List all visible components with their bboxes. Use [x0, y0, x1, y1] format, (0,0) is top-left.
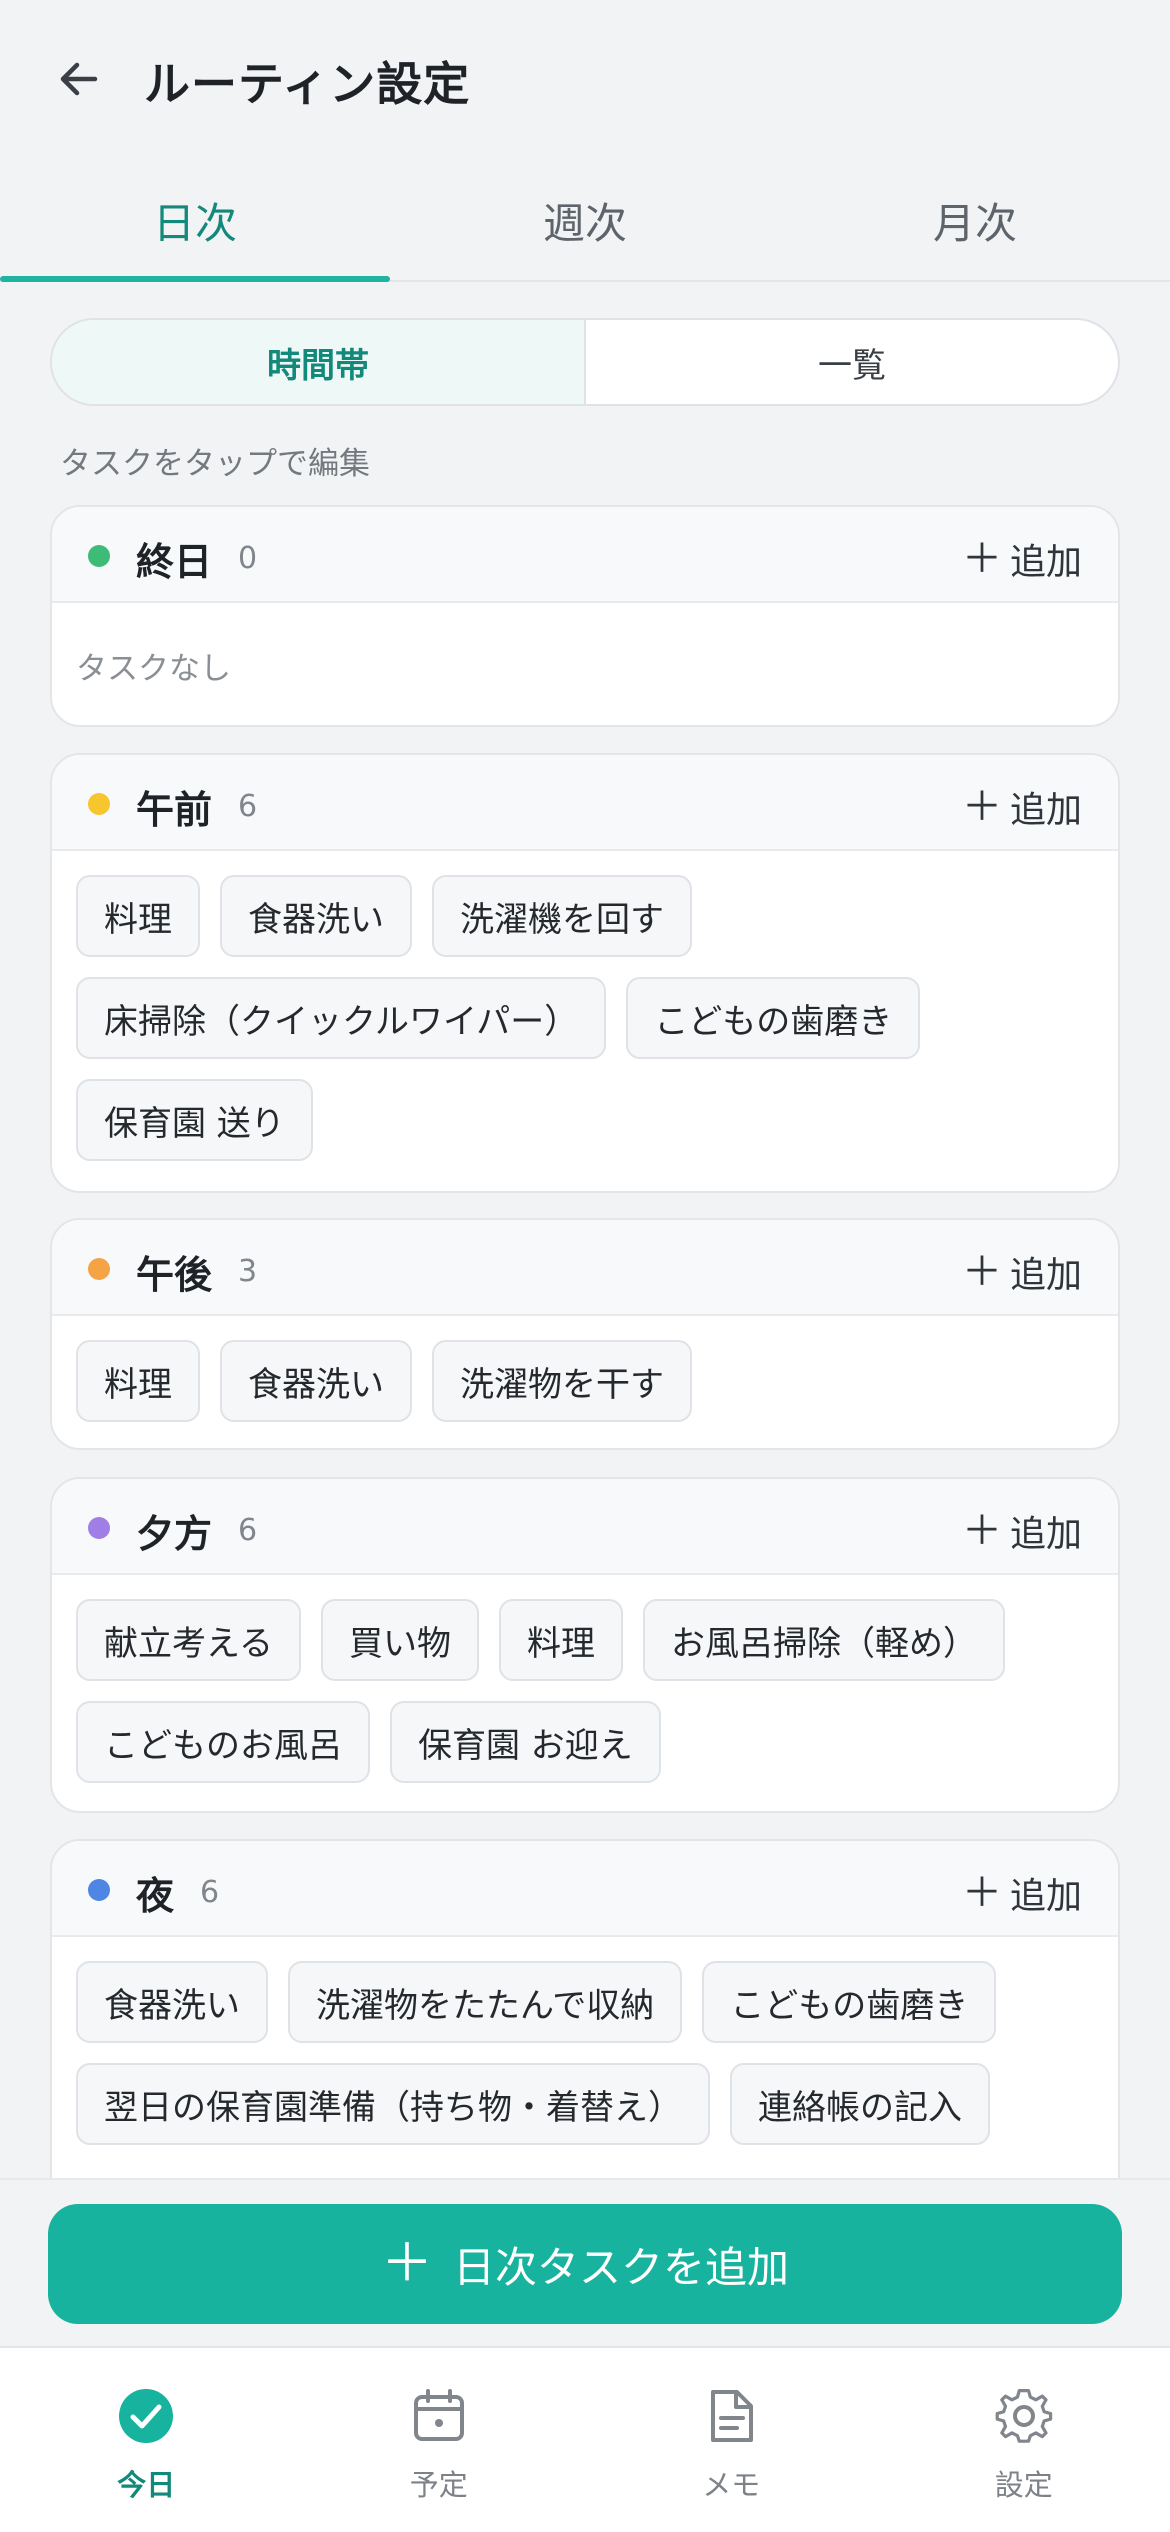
- empty-state: タスクなし: [76, 651, 231, 687]
- period-count: 6: [200, 1875, 220, 1910]
- task-chip[interactable]: 翌日の保育園準備（持ち物・着替え）: [76, 2063, 710, 2145]
- bottom-nav: 今日 予定 メモ 設定: [0, 2346, 1170, 2532]
- plus-icon: ＋: [961, 536, 1002, 582]
- add-task-button[interactable]: ＋ 追加: [962, 1246, 1082, 1298]
- segment-list[interactable]: 一覧: [586, 320, 1118, 404]
- period-header: 終日 0 ＋ 追加: [52, 507, 1118, 603]
- page-title: ルーティン設定: [144, 57, 471, 111]
- gear-icon: [992, 2384, 1056, 2448]
- task-chip-list: 料理 食器洗い 洗濯機を回す 床掃除（クイックルワイパー） こどもの歯磨き 保育…: [52, 851, 1118, 1181]
- task-chip[interactable]: 洗濯機を回す: [432, 875, 692, 957]
- add-task-button[interactable]: ＋ 追加: [962, 1505, 1082, 1557]
- app-root: ルーティン設定 日次 週次 月次 時間帯 一覧 タスクをタップで編集 終日 0 …: [0, 0, 1170, 2532]
- view-toggle: 時間帯 一覧: [50, 318, 1120, 406]
- task-chip-list: 食器洗い 洗濯物をたたんで収納 こどもの歯磨き 翌日の保育園準備（持ち物・着替え…: [52, 1937, 1118, 2165]
- task-chip[interactable]: こどものお風呂: [76, 1701, 370, 1783]
- period-card-allday: 終日 0 ＋ 追加 タスクなし: [50, 505, 1120, 727]
- period-card-afternoon: 午後 3 ＋ 追加 料理 食器洗い 洗濯物を干す: [50, 1218, 1120, 1450]
- task-chip[interactable]: 献立考える: [76, 1599, 301, 1681]
- plus-icon: ＋: [961, 1870, 1002, 1916]
- task-chip[interactable]: こどもの歯磨き: [702, 1961, 997, 2043]
- period-name: 終日: [136, 540, 213, 584]
- task-chip[interactable]: 食器洗い: [220, 875, 412, 957]
- period-color-dot: [88, 545, 110, 567]
- plus-icon: ＋: [380, 2234, 433, 2294]
- period-header: 夕方 6 ＋ 追加: [52, 1479, 1118, 1575]
- task-chip[interactable]: お風呂掃除（軽め）: [642, 1599, 1005, 1681]
- period-count: 6: [238, 1513, 258, 1548]
- task-chip[interactable]: 料理: [76, 1340, 200, 1422]
- task-chip-list: 献立考える 買い物 料理 お風呂掃除（軽め） こどものお風呂 保育園 お迎え: [52, 1575, 1118, 1803]
- add-task-button[interactable]: ＋ 追加: [962, 1867, 1082, 1919]
- period-count: 6: [238, 789, 258, 824]
- segment-timeslot[interactable]: 時間帯: [52, 320, 586, 404]
- task-chip[interactable]: 料理: [498, 1599, 623, 1681]
- period-header: 午後 3 ＋ 追加: [52, 1220, 1118, 1316]
- period-header: 夜 6 ＋ 追加: [52, 1841, 1118, 1937]
- period-name: 夕方: [136, 1512, 213, 1556]
- nav-memo[interactable]: メモ: [585, 2348, 878, 2532]
- task-chip[interactable]: 保育園 送り: [76, 1079, 313, 1161]
- task-chip[interactable]: 洗濯物をたたんで収納: [288, 1961, 683, 2043]
- task-chip[interactable]: 買い物: [320, 1599, 479, 1681]
- period-name: 夜: [136, 1874, 175, 1918]
- document-icon: [699, 2384, 763, 2448]
- task-chip[interactable]: こどもの歯磨き: [626, 977, 921, 1059]
- check-circle-icon: [114, 2384, 178, 2448]
- add-task-button[interactable]: ＋ 追加: [962, 533, 1082, 585]
- period-name: 午前: [136, 788, 213, 832]
- plus-icon: ＋: [961, 1508, 1002, 1554]
- arrow-left-icon: [60, 62, 98, 96]
- period-count: 3: [238, 1254, 258, 1289]
- task-chip[interactable]: 料理: [76, 875, 200, 957]
- task-chip[interactable]: 食器洗い: [220, 1340, 412, 1422]
- add-daily-task-label: 日次タスクを追加: [453, 2242, 790, 2292]
- nav-schedule[interactable]: 予定: [293, 2348, 586, 2532]
- task-chip[interactable]: 保育園 お迎え: [390, 1701, 661, 1783]
- plus-icon: ＋: [961, 784, 1002, 830]
- nav-today[interactable]: 今日: [0, 2348, 293, 2532]
- task-chip[interactable]: 洗濯物を干す: [432, 1340, 692, 1422]
- task-chip[interactable]: 連絡帳の記入: [730, 2063, 990, 2145]
- task-chip-list: 料理 食器洗い 洗濯物を干す: [52, 1316, 1118, 1442]
- period-color-dot: [88, 1258, 110, 1280]
- period-color-dot: [88, 1879, 110, 1901]
- period-name: 午後: [136, 1253, 213, 1297]
- period-card-morning: 午前 6 ＋ 追加 料理 食器洗い 洗濯機を回す 床掃除（クイックルワイパー） …: [50, 753, 1120, 1193]
- tab-bar: 日次 週次 月次: [0, 160, 1170, 282]
- plus-icon: ＋: [961, 1249, 1002, 1295]
- period-card-evening: 夕方 6 ＋ 追加 献立考える 買い物 料理 お風呂掃除（軽め） こどものお風呂…: [50, 1477, 1120, 1813]
- header: ルーティン設定: [0, 0, 1170, 160]
- period-color-dot: [88, 1517, 110, 1539]
- add-daily-task-button[interactable]: ＋ 日次タスクを追加: [48, 2204, 1122, 2324]
- nav-settings[interactable]: 設定: [878, 2348, 1170, 2532]
- task-chip[interactable]: 食器洗い: [76, 1961, 268, 2043]
- add-task-button[interactable]: ＋ 追加: [962, 781, 1082, 833]
- tab-daily[interactable]: 日次: [0, 160, 390, 282]
- period-color-dot: [88, 793, 110, 815]
- period-count: 0: [238, 541, 258, 576]
- calendar-icon: [407, 2384, 471, 2448]
- tab-monthly[interactable]: 月次: [780, 160, 1170, 280]
- edit-hint: タスクをタップで編集: [60, 446, 370, 482]
- period-header: 午前 6 ＋ 追加: [52, 755, 1118, 851]
- task-chip[interactable]: 床掃除（クイックルワイパー）: [76, 977, 607, 1059]
- back-button[interactable]: [44, 40, 114, 118]
- tab-weekly[interactable]: 週次: [390, 160, 780, 280]
